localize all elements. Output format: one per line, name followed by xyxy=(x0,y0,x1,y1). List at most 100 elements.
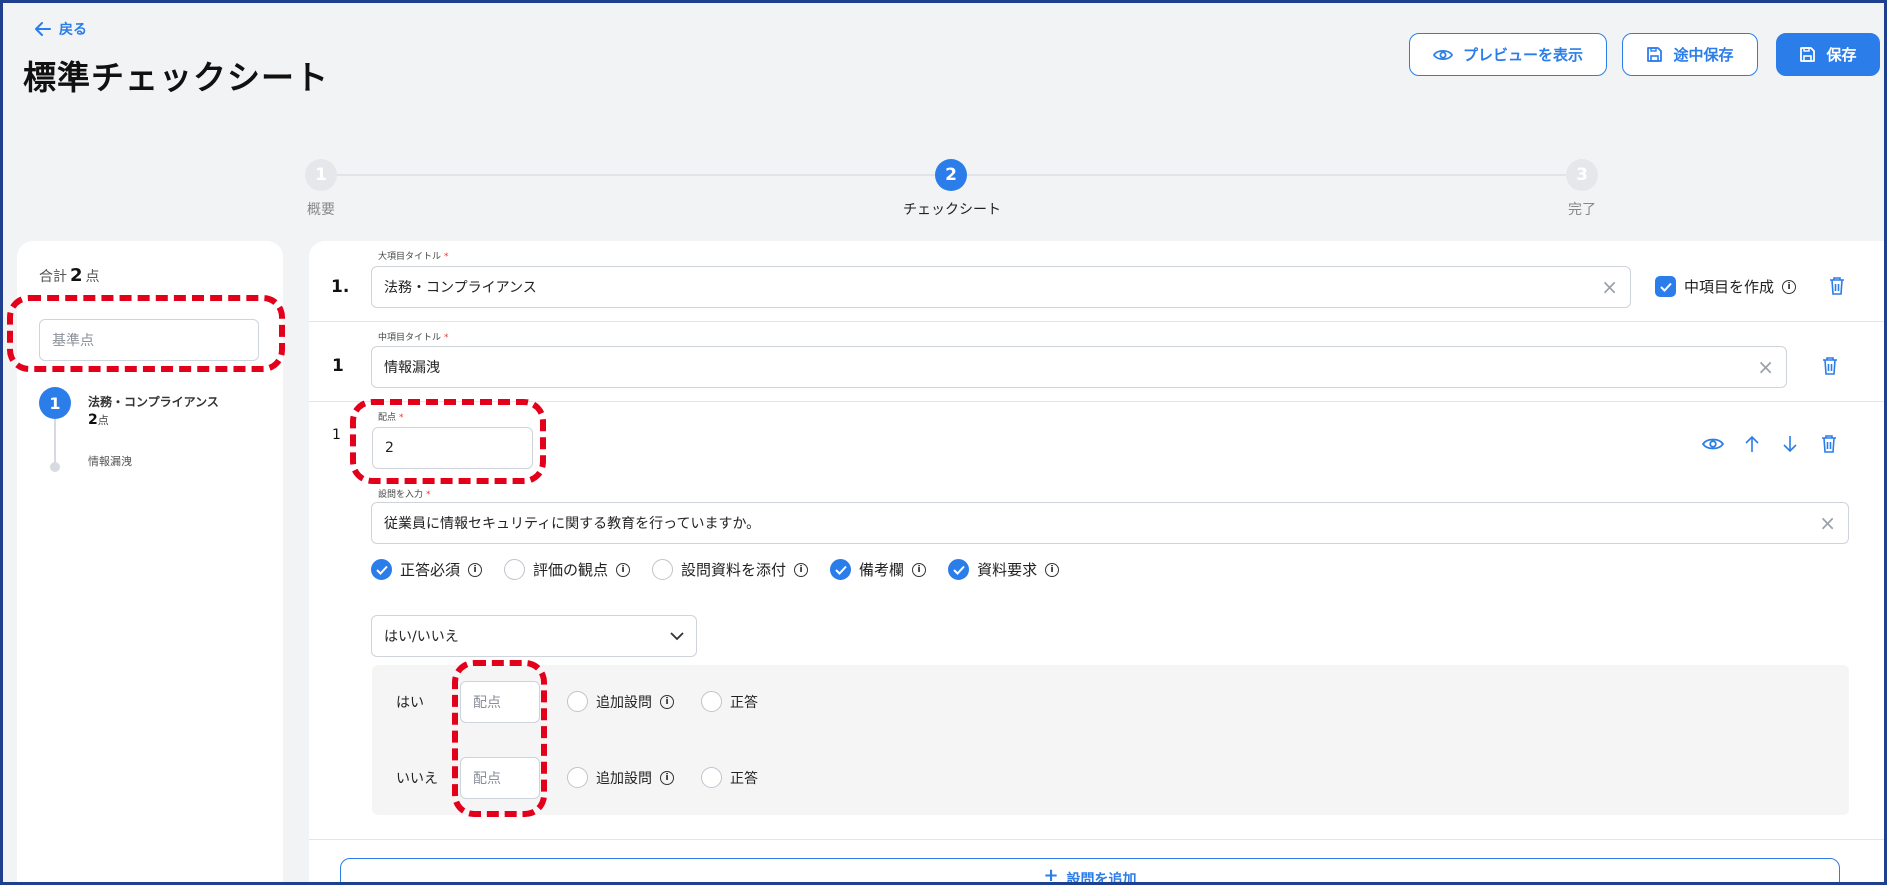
baseline-score-input[interactable]: 基準点 xyxy=(39,319,259,361)
info-icon[interactable]: i xyxy=(1782,279,1797,294)
save-icon xyxy=(1647,47,1663,62)
points-placeholder: 配点 xyxy=(473,771,501,787)
page-title: 標準チェックシート xyxy=(23,58,329,97)
trash-icon[interactable] xyxy=(1822,356,1838,376)
trash-icon[interactable] xyxy=(1821,434,1837,454)
total-unit: 点 xyxy=(85,269,100,285)
back-label: 戻る xyxy=(59,22,87,38)
save-icon xyxy=(1800,47,1816,62)
clear-icon[interactable]: × xyxy=(1601,275,1618,299)
outline-points-value: 2 xyxy=(88,412,98,428)
trash-icon[interactable] xyxy=(1829,276,1845,296)
question-input[interactable]: 従業員に情報セキュリティに関する教育を行っていますか。 × xyxy=(371,502,1849,544)
middle-title-value: 情報漏洩 xyxy=(384,360,440,376)
major-title-input[interactable]: 法務・コンプライアンス × xyxy=(371,266,1631,308)
question-input-label: 設問を入力 * xyxy=(378,490,431,500)
add-question-button[interactable]: + 設問を追加 xyxy=(340,858,1840,882)
outline-item-number[interactable]: 1 xyxy=(39,387,71,419)
answer-no-label: いいえ xyxy=(396,771,438,787)
outline-child-dot xyxy=(50,462,60,472)
middle-title-input[interactable]: 情報漏洩 × xyxy=(371,346,1787,388)
option-required-answer[interactable]: 正答必須 i xyxy=(371,559,483,580)
info-icon[interactable]: i xyxy=(794,562,809,577)
answer-no-correct-checkbox[interactable]: 正答 xyxy=(701,767,758,788)
preview-button[interactable]: プレビューを表示 xyxy=(1409,33,1607,76)
checkbox-checked-icon xyxy=(1655,276,1676,297)
checkbox-empty-icon xyxy=(652,559,674,580)
arrow-down-icon[interactable] xyxy=(1783,435,1797,453)
info-icon[interactable]: i xyxy=(1045,562,1060,577)
outline-child-label[interactable]: 情報漏洩 xyxy=(88,453,132,469)
option-attach-material[interactable]: 設問資料を添付 i xyxy=(652,559,809,580)
step-3-label: 完了 xyxy=(1568,202,1596,218)
points-value: 2 xyxy=(385,440,394,456)
outline-item-points: 2点 xyxy=(88,412,109,428)
checkbox-empty-icon xyxy=(504,559,526,580)
total-value: 2 xyxy=(70,265,83,286)
step-1-label: 概要 xyxy=(307,202,335,218)
option-label: 設問資料を添付 xyxy=(681,561,787,579)
outline-connector xyxy=(54,419,56,465)
clear-icon[interactable]: × xyxy=(1819,511,1836,535)
major-label-text: 大項目タイトル xyxy=(378,252,442,262)
option-remarks[interactable]: 備考欄 i xyxy=(830,559,927,580)
clear-icon[interactable]: × xyxy=(1757,355,1774,379)
checkbox-empty-icon xyxy=(567,691,588,712)
checkbox-checked-icon xyxy=(830,559,852,580)
info-icon[interactable]: i xyxy=(660,694,674,709)
option-label: 正答必須 xyxy=(400,561,461,579)
checkbox-checked-icon xyxy=(371,559,392,580)
divider xyxy=(309,401,1884,402)
option-label: 備考欄 xyxy=(859,561,905,579)
info-icon[interactable]: i xyxy=(660,770,674,785)
info-icon[interactable]: i xyxy=(912,562,927,577)
save-label: 保存 xyxy=(1826,46,1857,64)
option-evaluation-view[interactable]: 評価の観点 i xyxy=(504,559,631,580)
answer-type-select[interactable]: はい/いいえ xyxy=(371,615,697,657)
create-mid-checkbox[interactable]: 中項目を作成 i xyxy=(1655,276,1797,297)
total-prefix: 合計 xyxy=(39,269,67,285)
step-3-circle: 3 xyxy=(1566,159,1598,191)
middle-title-label: 中項目タイトル * xyxy=(378,333,449,343)
total-score: 合計 2 点 xyxy=(39,265,100,286)
step-2-label: チェックシート xyxy=(903,202,1001,218)
checkbox-empty-icon xyxy=(701,767,722,788)
answer-options-area xyxy=(372,665,1849,815)
extra-question-label: 追加設問 xyxy=(596,770,652,787)
extra-question-label: 追加設問 xyxy=(596,694,652,711)
answer-yes-correct-checkbox[interactable]: 正答 xyxy=(701,691,758,712)
eye-icon[interactable] xyxy=(1702,437,1724,451)
middle-label-text: 中項目タイトル xyxy=(378,333,442,343)
option-request-material[interactable]: 資料要求 i xyxy=(948,559,1060,580)
divider xyxy=(309,839,1884,840)
eye-icon xyxy=(1432,49,1453,60)
divider xyxy=(309,321,1884,322)
middle-number: 1 xyxy=(332,356,344,376)
back-link[interactable]: 戻る xyxy=(35,19,87,39)
answer-no-extra-checkbox[interactable]: 追加設問 i xyxy=(567,767,674,788)
draft-save-button[interactable]: 途中保存 xyxy=(1622,33,1758,76)
answer-no-points-input[interactable]: 配点 xyxy=(460,757,540,799)
option-label: 資料要求 xyxy=(977,561,1038,579)
outline-points-unit: 点 xyxy=(97,414,109,427)
info-icon[interactable]: i xyxy=(616,562,631,577)
question-options: 正答必須 i 評価の観点 i 設問資料を添付 i 備考欄 i 資料要求 i xyxy=(371,559,1060,580)
info-icon[interactable]: i xyxy=(468,562,483,577)
save-button[interactable]: 保存 xyxy=(1776,33,1880,76)
answer-type-value: はい/いいえ xyxy=(384,629,459,645)
correct-label: 正答 xyxy=(730,770,758,787)
screen: 戻る 標準チェックシート プレビューを表示 途中保存 保存 1 概要 2 チェッ… xyxy=(0,0,1887,885)
points-placeholder: 配点 xyxy=(473,695,501,711)
points-input[interactable]: 2 xyxy=(372,427,533,469)
checkbox-empty-icon xyxy=(701,691,722,712)
outline-item-title[interactable]: 法務・コンプライアンス xyxy=(88,393,219,410)
answer-yes-extra-checkbox[interactable]: 追加設問 i xyxy=(567,691,674,712)
arrow-up-icon[interactable] xyxy=(1745,435,1759,453)
checkbox-checked-icon xyxy=(948,559,970,580)
points-label: 配点 * xyxy=(378,413,404,423)
baseline-placeholder: 基準点 xyxy=(52,333,94,349)
answer-yes-points-input[interactable]: 配点 xyxy=(460,681,540,723)
step-2-circle: 2 xyxy=(935,159,967,191)
question-label-text: 設問を入力 xyxy=(378,490,424,500)
preview-label: プレビューを表示 xyxy=(1462,46,1583,64)
